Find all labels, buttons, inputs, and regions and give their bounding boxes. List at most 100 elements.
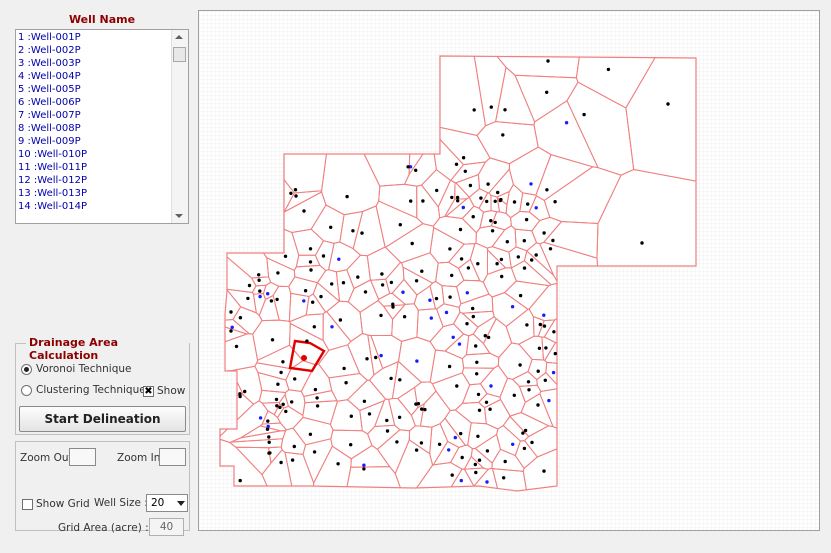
well-marker[interactable] (538, 322, 542, 327)
well-marker[interactable] (476, 262, 480, 266)
injector-well-marker[interactable] (428, 298, 432, 302)
injector-well-marker[interactable] (465, 291, 469, 295)
injector-well-marker[interactable] (379, 353, 383, 358)
well-list-item[interactable]: 9 :Well-009P (18, 135, 170, 148)
well-marker[interactable] (522, 266, 527, 270)
well-marker[interactable] (409, 199, 413, 203)
injector-well-marker[interactable] (564, 121, 569, 125)
well-marker[interactable] (543, 378, 547, 382)
well-marker[interactable] (275, 404, 279, 408)
well-marker[interactable] (279, 370, 283, 375)
well-marker[interactable] (476, 392, 481, 397)
well-marker[interactable] (527, 388, 531, 392)
injector-well-marker[interactable] (534, 206, 538, 210)
well-marker[interactable] (485, 449, 490, 453)
well-marker[interactable] (454, 162, 459, 166)
well-marker[interactable] (458, 227, 463, 232)
well-marker[interactable] (302, 209, 306, 213)
injector-well-marker[interactable] (429, 316, 433, 320)
well-marker[interactable] (395, 440, 399, 444)
well-marker[interactable] (363, 290, 368, 294)
well-marker[interactable] (312, 450, 317, 454)
well-marker[interactable] (341, 281, 346, 285)
well-marker[interactable] (485, 199, 489, 204)
well-list-item[interactable]: 1 :Well-001P (18, 31, 170, 44)
well-list-item[interactable]: 6 :Well-006P (18, 96, 170, 109)
well-marker[interactable] (455, 384, 459, 388)
injector-well-marker[interactable] (266, 292, 270, 296)
well-marker[interactable] (247, 283, 252, 288)
well-marker[interactable] (542, 324, 547, 328)
well-marker[interactable] (257, 278, 261, 282)
well-marker[interactable] (483, 334, 487, 338)
well-marker[interactable] (551, 238, 555, 243)
well-marker[interactable] (450, 473, 454, 477)
well-marker[interactable] (266, 419, 270, 423)
grid-area-field[interactable]: 40 (149, 518, 184, 536)
well-marker[interactable] (455, 195, 460, 200)
well-marker[interactable] (640, 241, 644, 245)
well-list-item[interactable]: 7 :Well-007P (18, 109, 170, 122)
show-grid-option[interactable]: Show Grid (22, 496, 90, 512)
well-marker[interactable] (522, 239, 526, 243)
well-marker[interactable] (423, 407, 427, 412)
well-marker[interactable] (420, 269, 424, 273)
well-marker[interactable] (303, 289, 308, 293)
well-marker[interactable] (468, 183, 473, 188)
well-marker[interactable] (238, 394, 242, 399)
well-marker[interactable] (289, 191, 293, 195)
well-marker[interactable] (367, 412, 372, 416)
well-marker[interactable] (461, 156, 466, 160)
zoom-in-button[interactable] (159, 448, 186, 466)
injector-well-marker[interactable] (542, 313, 546, 317)
injector-well-marker[interactable] (258, 416, 263, 420)
well-marker[interactable] (525, 323, 529, 327)
well-marker[interactable] (362, 467, 366, 471)
well-marker[interactable] (421, 199, 425, 203)
well-marker[interactable] (500, 274, 504, 279)
well-marker[interactable] (459, 431, 463, 436)
well-list-item[interactable]: 3 :Well-003P (18, 57, 170, 70)
well-marker[interactable] (435, 188, 439, 193)
well-marker[interactable] (267, 440, 271, 444)
well-marker[interactable] (360, 231, 364, 235)
well-marker[interactable] (321, 254, 326, 258)
well-marker[interactable] (460, 455, 464, 460)
injector-well-marker[interactable] (461, 205, 465, 210)
well-list-item[interactable]: 14 :Well-014P (18, 200, 170, 213)
injector-well-marker[interactable] (485, 480, 489, 484)
well-marker[interactable] (489, 219, 493, 223)
well-marker[interactable] (499, 257, 504, 262)
well-marker[interactable] (553, 351, 557, 356)
injector-well-marker[interactable] (459, 478, 463, 483)
well-list-scrollbar[interactable] (171, 30, 188, 223)
well-list-item[interactable]: 12 :Well-012P (18, 174, 170, 187)
well-marker[interactable] (456, 199, 460, 203)
injector-well-marker[interactable] (258, 294, 262, 299)
well-marker[interactable] (406, 165, 410, 169)
clustering-radio[interactable] (21, 384, 32, 396)
clustering-option[interactable]: Clustering Technique (21, 382, 146, 398)
chevron-down-icon[interactable] (177, 501, 185, 506)
voronoi-radio[interactable] (21, 363, 32, 375)
well-list-item[interactable]: 8 :Well-008P (18, 122, 170, 135)
well-marker[interactable] (389, 280, 394, 285)
well-marker[interactable] (315, 396, 319, 400)
well-marker[interactable] (349, 414, 353, 418)
well-marker[interactable] (488, 407, 492, 411)
well-marker[interactable] (419, 441, 424, 445)
well-marker[interactable] (502, 476, 506, 480)
well-marker[interactable] (270, 338, 275, 342)
well-marker[interactable] (402, 315, 407, 319)
well-marker[interactable] (238, 478, 242, 483)
injector-well-marker[interactable] (362, 463, 366, 467)
well-marker[interactable] (284, 409, 288, 414)
well-marker[interactable] (518, 363, 522, 367)
well-marker[interactable] (477, 458, 482, 462)
well-marker[interactable] (474, 344, 478, 348)
well-marker[interactable] (243, 389, 247, 394)
well-marker[interactable] (258, 289, 262, 293)
well-marker[interactable] (385, 418, 389, 423)
well-list-item[interactable]: 10 :Well-010P (18, 148, 170, 161)
well-marker[interactable] (312, 325, 316, 329)
